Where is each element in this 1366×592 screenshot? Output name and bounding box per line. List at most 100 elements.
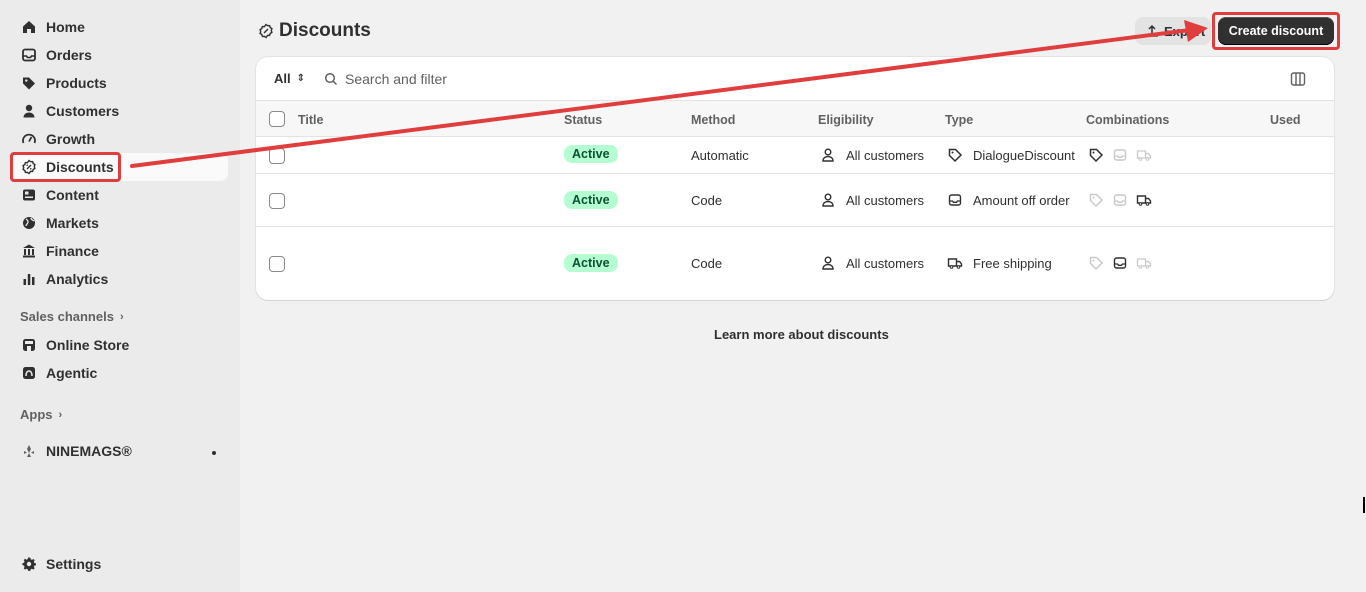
filter-bar: All ⇕ Search and filter [256, 57, 1334, 101]
sidebar-item-customers[interactable]: Customers [12, 97, 228, 125]
chevron-right-icon: › [58, 408, 63, 421]
upload-icon [1145, 24, 1159, 38]
column-eligibility[interactable]: Eligibility [818, 113, 874, 127]
inbox-icon [20, 46, 38, 64]
sidebar-item-markets[interactable]: Markets [12, 209, 228, 237]
apps-heading[interactable]: Apps › [20, 407, 62, 422]
inbox-outline-icon [947, 192, 963, 208]
eligibility-cell: All customers [820, 255, 924, 271]
sidebar-item-label: Home [46, 19, 85, 35]
app-icon [20, 442, 38, 460]
row-checkbox[interactable] [269, 193, 285, 209]
sidebar-item-label: Products [46, 75, 107, 91]
discounts-card: All ⇕ Search and filter Title Status Meth… [256, 57, 1334, 300]
gear-icon [20, 555, 38, 573]
search-input[interactable]: Search and filter [324, 71, 447, 87]
sidebar-item-label: Orders [46, 47, 92, 63]
truck-icon [947, 255, 963, 271]
status-cell: Active [564, 254, 618, 272]
sidebar-item-label: Online Store [46, 337, 130, 353]
column-type[interactable]: Type [945, 113, 973, 127]
annotation-box-discounts [10, 152, 121, 182]
method-cell: Automatic [691, 148, 749, 163]
sidebar-item-products[interactable]: Products [12, 69, 228, 97]
page-title: Discounts [258, 20, 371, 42]
combinations-cell [1088, 255, 1152, 271]
sidebar-item-label: Settings [46, 556, 102, 572]
discount-icon [258, 23, 274, 39]
status-badge: Active [564, 254, 618, 272]
sidebar-item-label: Content [46, 187, 99, 203]
sidebar-item-orders[interactable]: Orders [12, 41, 228, 69]
sidebar-item-settings[interactable]: Settings [12, 550, 228, 578]
tag-icon [20, 74, 38, 92]
product-discount-icon [1088, 192, 1104, 208]
order-discount-icon [1112, 255, 1128, 271]
column-title[interactable]: Title [298, 113, 323, 127]
gauge-icon [20, 130, 38, 148]
column-method[interactable]: Method [691, 113, 735, 127]
person-icon [20, 102, 38, 120]
sidebar-item-label: Analytics [46, 271, 109, 287]
sort-arrows-icon: ⇕ [296, 73, 306, 84]
product-discount-icon [1088, 255, 1104, 271]
table-row[interactable]: Active Code All customers Amount off ord… [256, 174, 1334, 227]
person-outline-icon [820, 192, 836, 208]
sidebar-item-growth[interactable]: Growth [12, 125, 228, 153]
sidebar-item-label: Finance [46, 243, 99, 259]
globe-icon [20, 214, 38, 232]
column-status[interactable]: Status [564, 113, 602, 127]
product-discount-icon [1088, 147, 1104, 163]
export-button[interactable]: Export [1135, 17, 1211, 45]
column-used[interactable]: Used [1270, 113, 1301, 127]
type-cell: Amount off order [947, 192, 1070, 208]
person-outline-icon [820, 147, 836, 163]
content-icon [20, 186, 38, 204]
annotation-box-create [1212, 12, 1340, 50]
row-checkbox[interactable] [269, 148, 285, 164]
select-all-checkbox[interactable] [269, 111, 285, 127]
table-row[interactable]: Active Code All customers Free shipping [256, 227, 1334, 300]
app-status-dot [212, 451, 216, 455]
sidebar-item-label: Growth [46, 131, 95, 147]
combinations-cell [1088, 192, 1152, 208]
chevron-right-icon: › [119, 310, 124, 323]
text-cursor [1363, 497, 1365, 513]
columns-icon[interactable] [1290, 71, 1306, 87]
view-select[interactable]: All ⇕ [274, 71, 305, 86]
sidebar-item-finance[interactable]: Finance [12, 237, 228, 265]
search-icon [324, 72, 338, 86]
sidebar-item-home[interactable]: Home [12, 13, 228, 41]
home-icon [20, 18, 38, 36]
shipping-discount-icon [1136, 147, 1152, 163]
type-cell: DialogueDiscount [947, 147, 1075, 163]
shipping-discount-icon [1136, 255, 1152, 271]
column-combinations[interactable]: Combinations [1086, 113, 1169, 127]
order-discount-icon [1112, 192, 1128, 208]
sidebar-item-content[interactable]: Content [12, 181, 228, 209]
sidebar-item-ninemags[interactable]: NINEMAGS® [12, 437, 228, 465]
method-cell: Code [691, 256, 723, 271]
bar-chart-icon [20, 270, 38, 288]
eligibility-cell: All customers [820, 192, 924, 208]
status-badge: Active [564, 145, 618, 163]
method-cell: Code [691, 193, 723, 208]
sidebar-item-online-store[interactable]: Online Store [12, 331, 228, 359]
shipping-discount-icon [1136, 192, 1152, 208]
status-cell: Active [564, 145, 618, 163]
order-discount-icon [1112, 147, 1128, 163]
sidebar-item-analytics[interactable]: Analytics [12, 265, 228, 293]
sidebar-item-label: Customers [46, 103, 120, 119]
agentic-icon [20, 364, 38, 382]
person-outline-icon [820, 255, 836, 271]
sidebar-item-label: NINEMAGS® [46, 443, 132, 459]
row-checkbox[interactable] [269, 256, 285, 272]
sidebar-item-label: Markets [46, 215, 99, 231]
status-badge: Active [564, 191, 618, 209]
tag-outline-icon [947, 147, 963, 163]
sidebar-item-agentic[interactable]: Agentic [12, 359, 228, 387]
sales-channels-heading[interactable]: Sales channels › [20, 309, 124, 324]
table-row[interactable]: Active Automatic All customers DialogueD… [256, 137, 1334, 174]
table-header: Title Status Method Eligibility Type Com… [256, 101, 1334, 137]
learn-more-link[interactable]: Learn more about discounts [714, 327, 889, 342]
